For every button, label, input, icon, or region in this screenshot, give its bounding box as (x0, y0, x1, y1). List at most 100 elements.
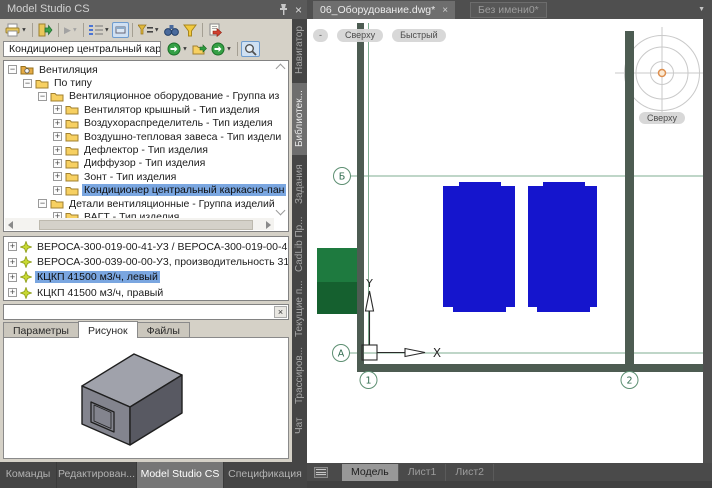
tab-navigator[interactable]: Навигатор (292, 20, 307, 80)
drawing-canvas[interactable]: Б А 1 2 Y X - Сверху Быстр (307, 19, 703, 463)
tree-item[interactable]: + Воздухораспределитель - Тип изделия (53, 117, 288, 130)
list-filter-field[interactable]: × (3, 304, 289, 320)
viewport-view-control[interactable]: Сверху (337, 29, 383, 42)
find-button[interactable] (162, 22, 181, 38)
tree-expander[interactable]: + (53, 172, 62, 181)
equipment-list[interactable]: + ВЕРОСА-300-019-00-41-У3 / ВЕРОСА-300-0… (3, 236, 289, 301)
tree-item[interactable]: + Зонт - Тип изделия (53, 170, 288, 183)
list-expander[interactable]: + (8, 258, 17, 267)
pin-icon[interactable] (279, 3, 288, 16)
tree-item-label[interactable]: Вентиляционное оборудование - Группа из (67, 90, 281, 102)
tree-expander[interactable]: + (53, 105, 62, 114)
tree-item[interactable]: − Вентиляция (8, 63, 288, 76)
tree-item[interactable]: − По типу (23, 76, 288, 89)
list-item-label[interactable]: ВЕРОСА-300-019-00-41-У3 / ВЕРОСА-300-019… (35, 241, 289, 253)
filter-button[interactable] (181, 22, 199, 38)
tree-item-label[interactable]: Воздушно-тепловая завеса - Тип издели (82, 131, 283, 143)
compass-view-badge[interactable]: Сверху (637, 108, 687, 126)
insert-object-button[interactable]: ▼ (209, 41, 234, 57)
tab-files[interactable]: Файлы (137, 322, 190, 338)
tree-horizontal-scrollbar[interactable] (5, 218, 274, 230)
list-item-selected[interactable]: + КЦКП 41500 м3/ч, левый (4, 270, 288, 285)
chevron-down-icon[interactable]: ▼ (104, 28, 110, 34)
scroll-left-icon[interactable] (8, 221, 13, 229)
list-item[interactable]: + ВЕРОСА-300-039-00-00-У3, производитель… (4, 254, 288, 269)
chevron-down-icon[interactable]: ▼ (226, 47, 232, 53)
tree-expander[interactable]: + (53, 146, 62, 155)
palette-titlebar[interactable]: Model Studio CS × (0, 0, 307, 19)
tree-item-label[interactable]: Воздухораспределитель - Тип изделия (82, 117, 275, 129)
view-options-button[interactable]: ▼ (87, 22, 112, 38)
tree-item-label[interactable]: Вентиляция (37, 64, 100, 76)
clear-filter-icon[interactable]: × (274, 306, 287, 318)
list-expander[interactable]: + (8, 242, 17, 251)
tree-item-label[interactable]: Диффузор - Тип изделия (82, 157, 207, 169)
tree-item[interactable]: − Детали вентиляционные - Группа изделий (38, 197, 288, 210)
tree-item-label[interactable]: Зонт - Тип изделия (82, 171, 178, 183)
sync-library-button[interactable] (36, 22, 55, 38)
tab-parameters[interactable]: Параметры (3, 322, 79, 338)
tree-expander[interactable]: + (53, 186, 62, 195)
chevron-down-icon[interactable]: ▼ (72, 28, 78, 34)
list-item-label[interactable]: ВЕРОСА-300-039-00-00-У3, производительно… (35, 256, 289, 268)
layout-menu-icon[interactable] (314, 467, 328, 478)
auto-hide-panel-button[interactable] (112, 22, 129, 38)
tree-item-label[interactable]: Детали вентиляционные - Группа изделий (67, 198, 277, 210)
tree-expander[interactable]: + (53, 132, 62, 141)
tree-item-label[interactable]: Кондиционер центральный каркасно-пан (82, 184, 286, 196)
tab-layout1[interactable]: Лист1 (399, 464, 447, 481)
chevron-down-icon[interactable]: ▼ (154, 28, 160, 34)
file-tab-active[interactable]: 06_Оборудование.dwg* × (313, 1, 455, 19)
tab-chat[interactable]: Чат (292, 411, 307, 441)
tree-item[interactable]: − Вентиляционное оборудование - Группа и… (38, 90, 288, 103)
close-icon[interactable]: × (295, 4, 302, 16)
tree-item[interactable]: + Диффузор - Тип изделия (53, 157, 288, 170)
scroll-right-icon[interactable] (266, 221, 271, 229)
search-combo[interactable]: Кондиционер центральный карк... (3, 41, 161, 57)
viewport-menu-control[interactable]: - (313, 29, 328, 42)
tree-expander[interactable]: − (8, 65, 17, 74)
tree-expander[interactable]: − (23, 79, 32, 88)
tab-commands[interactable]: Команды (0, 462, 57, 488)
tab-model[interactable]: Модель (342, 464, 399, 481)
run-button[interactable]: ▶ ▼ (62, 22, 80, 38)
tree-expander[interactable]: + (53, 119, 62, 128)
tab-drawing[interactable]: Рисунок (78, 321, 138, 338)
tree-item-selected[interactable]: + Кондиционер центральный каркасно-пан (53, 184, 288, 197)
magnifier-button[interactable] (241, 41, 260, 57)
tree-expander[interactable]: + (53, 159, 62, 168)
file-tab[interactable]: Без имени0* (470, 2, 547, 18)
tree-item-label[interactable]: По типу (52, 77, 94, 89)
search-combo-value[interactable]: Кондиционер центральный карк... (9, 43, 161, 55)
print-button[interactable]: ▼ (3, 22, 29, 38)
tab-cadlib[interactable]: CadLib Пр... (292, 213, 307, 275)
list-expander[interactable]: + (8, 273, 17, 282)
viewport-style-control[interactable]: Быстрый (392, 29, 446, 42)
tab-layout2[interactable]: Лист2 (446, 464, 494, 481)
tab-specification[interactable]: Спецификация (224, 462, 306, 488)
tree-item[interactable]: + Вентилятор крышный - Тип изделия (53, 103, 288, 116)
paste-special-button[interactable] (206, 22, 225, 38)
list-item[interactable]: + ВЕРОСА-300-019-00-41-У3 / ВЕРОСА-300-0… (4, 239, 288, 254)
tree-item[interactable]: + Воздушно-тепловая завеса - Тип издели (53, 130, 288, 143)
find-in-model-button[interactable]: ▼ (165, 41, 190, 57)
tree-item-label[interactable]: Вентилятор крышный - Тип изделия (82, 104, 262, 116)
list-item[interactable]: + КЦКП 41500 м3/ч, правый (4, 285, 288, 300)
scrollbar-thumb[interactable] (39, 220, 253, 230)
list-item-label[interactable]: КЦКП 41500 м3/ч, правый (35, 287, 165, 299)
filter-by-button[interactable]: ▼ (136, 22, 162, 38)
tree-item-label[interactable]: Дефлектор - Тип изделия (82, 144, 210, 156)
tab-list-dropdown-icon[interactable]: ▼ (698, 6, 705, 13)
list-item-label[interactable]: КЦКП 41500 м3/ч, левый (35, 271, 160, 283)
tree-item[interactable]: + Дефлектор - Тип изделия (53, 143, 288, 156)
tab-current[interactable]: Текущие п... (292, 279, 307, 339)
chevron-down-icon[interactable]: ▼ (182, 47, 188, 53)
tab-tasks[interactable]: Задания (292, 159, 307, 209)
library-tree[interactable]: − Вентиляция − По типу − (3, 60, 289, 232)
tab-routing[interactable]: Трассиров... (292, 343, 307, 407)
tab-library[interactable]: Библиотек... (292, 83, 307, 155)
open-library-button[interactable] (190, 41, 209, 57)
tree-expander[interactable]: − (38, 199, 47, 208)
close-tab-icon[interactable]: × (442, 5, 448, 16)
list-expander[interactable]: + (8, 288, 17, 297)
